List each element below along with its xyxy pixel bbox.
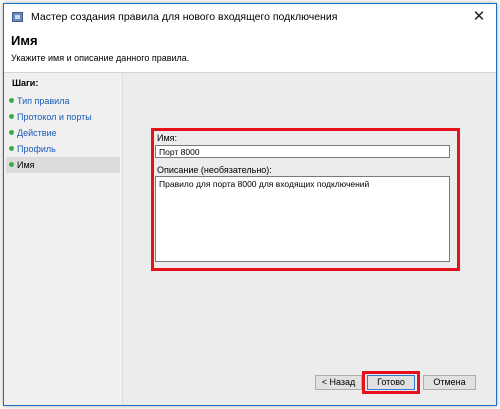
step-rule-type[interactable]: Тип правила [6,93,120,109]
step-profile[interactable]: Профиль [6,141,120,157]
close-icon: ✕ [472,7,486,25]
green-dot-icon [9,130,14,135]
green-dot-icon [9,114,14,119]
step-label: Тип правила [17,96,70,106]
step-label: Имя [17,160,35,170]
step-label: Протокол и порты [17,112,92,122]
name-label: Имя: [157,133,178,143]
step-action[interactable]: Действие [6,125,120,141]
step-label: Профиль [17,144,56,154]
cancel-button[interactable]: Отмена [423,375,476,390]
step-label: Действие [17,128,57,138]
page-title: Имя [11,33,38,48]
page-description: Укажите имя и описание данного правила. [11,53,190,63]
finish-button[interactable]: Готово [367,375,415,390]
window-title: Мастер создания правила для нового входя… [31,11,338,23]
green-dot-icon [9,146,14,151]
description-input[interactable]: Правило для порта 8000 для входящих подк… [155,176,450,262]
back-button[interactable]: < Назад [315,375,362,390]
name-input[interactable] [155,145,450,158]
steps-list: Тип правила Протокол и порты Действие Пр… [6,93,120,173]
step-name[interactable]: Имя [6,157,120,173]
description-label: Описание (необязательно): [157,165,272,175]
green-dot-icon [9,162,14,167]
green-dot-icon [9,98,14,103]
wizard-header: Имя Укажите имя и описание данного прави… [4,29,496,71]
title-bar[interactable]: Мастер создания правила для нового входя… [4,4,496,29]
steps-header: Шаги: [12,78,39,88]
step-protocol-ports[interactable]: Протокол и порты [6,109,120,125]
firewall-wizard-icon [12,12,23,22]
close-button[interactable]: ✕ [468,7,490,25]
